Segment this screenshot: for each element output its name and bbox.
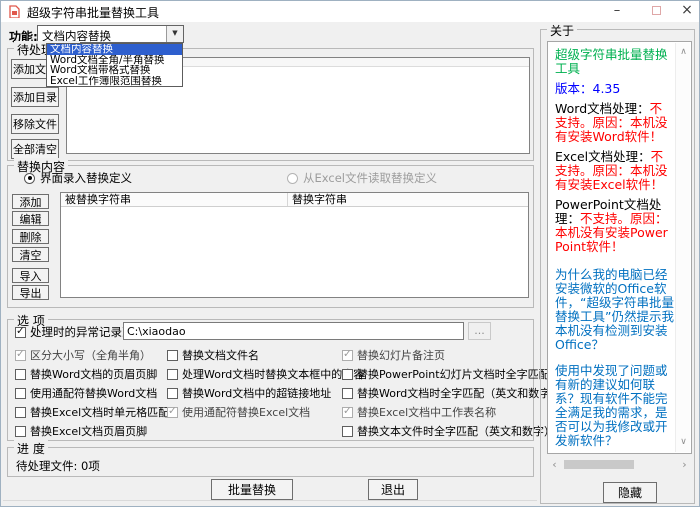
minimize-button[interactable]: –: [601, 1, 633, 21]
about-group-label: 关于: [547, 22, 577, 39]
remove-file-button[interactable]: 移除文件: [11, 114, 59, 134]
scrollbar-track[interactable]: [561, 460, 678, 469]
checkbox-slide-notes[interactable]: ✓ 替换幻灯片备注页: [342, 347, 445, 363]
import-rules-button[interactable]: 导入: [12, 268, 49, 283]
about-version: 版本：4.35: [555, 82, 674, 96]
checkbox-ppt-whole-word[interactable]: 替换PowerPoint幻灯片文档时全字匹配: [342, 366, 550, 382]
progress-group: 进 度 待处理文件: 0项: [7, 447, 534, 477]
scrollbar-thumb[interactable]: [564, 460, 634, 469]
checkbox-icon: [15, 426, 26, 437]
checkbox-icon: ✓: [342, 350, 353, 361]
checkbox-excel-sheet-name[interactable]: ✓ 替换Excel文档中工作表名称: [342, 404, 496, 420]
checkbox-icon: [15, 369, 26, 380]
titlebar: 超级字符串批量替换工具 – ×: [1, 1, 699, 22]
column-header-source[interactable]: 被替换字符串: [61, 193, 288, 206]
checkbox-word-textbox-content[interactable]: 处理Word文档时替换文本框中的内容: [167, 366, 364, 382]
table-header-row: 被替换字符串 替换字符串: [61, 193, 528, 207]
batch-replace-button[interactable]: 批量替换: [211, 479, 293, 500]
about-group: 关于 超级字符串批量替换工具 版本：4.35 Word文档处理：不支持。原因：本…: [540, 29, 695, 504]
checkbox-icon: [342, 426, 353, 437]
app-icon: [8, 5, 21, 18]
checkbox-excel-header-footer[interactable]: 替换Excel文档页眉页脚: [15, 423, 147, 439]
add-rule-button[interactable]: 添加: [12, 194, 49, 209]
close-button[interactable]: ×: [675, 1, 699, 21]
export-rules-button[interactable]: 导出: [12, 285, 49, 300]
checkbox-icon: ✓: [15, 350, 26, 361]
radio-icon: [24, 173, 35, 184]
radio-manual-entry[interactable]: 界面录入替换定义: [24, 170, 132, 186]
checkbox-icon: [15, 388, 26, 399]
checkbox-icon: [167, 369, 178, 380]
scroll-down-icon[interactable]: ∨: [676, 435, 691, 450]
checkbox-icon: ✓: [15, 327, 26, 338]
maximize-icon: [652, 6, 661, 15]
function-dropdown-list: 文档内容替换 Word文档全角/半角替换 Word文档带格式替换 Excel工作…: [46, 43, 183, 87]
app-window: 超级字符串批量替换工具 – × 功能: 文档内容替换 ▼ 待处理文件 添加文件 …: [0, 0, 700, 507]
checkbox-case-sensitive[interactable]: ✓ 区分大小写（全角半角）: [15, 347, 151, 363]
checkbox-icon: ✓: [167, 407, 178, 418]
scroll-up-icon[interactable]: ∧: [676, 45, 691, 60]
scroll-left-icon[interactable]: ‹: [548, 458, 561, 471]
minimize-icon: –: [614, 3, 621, 18]
exit-button[interactable]: 退出: [368, 479, 418, 500]
edit-rule-button[interactable]: 编辑: [12, 211, 49, 226]
progress-group-label: 进 度: [14, 440, 48, 457]
about-content: 超级字符串批量替换工具 版本：4.35 Word文档处理：不支持。原因：本机没有…: [549, 43, 675, 452]
about-question-office[interactable]: 为什么我的电脑已经安装微软的Office软件，“超级字符串批量替换工具”仍然提示…: [555, 268, 674, 352]
chevron-down-icon[interactable]: ▼: [166, 26, 183, 42]
hide-button[interactable]: 隐藏: [603, 482, 657, 503]
bottom-divider: [3, 500, 537, 501]
about-text-area[interactable]: 超级字符串批量替换工具 版本：4.35 Word文档处理：不支持。原因：本机没有…: [547, 41, 692, 454]
add-directory-button[interactable]: 添加目录: [11, 87, 59, 107]
replace-content-group: 替换内容 界面录入替换定义 从Excel文件读取替换定义 添加 编辑 删除 清空…: [7, 165, 534, 308]
dropdown-item[interactable]: 文档内容替换: [47, 44, 182, 55]
checkbox-text-whole-word[interactable]: 替换文本文件时全字匹配（英文和数字）: [342, 423, 555, 439]
checkbox-word-header-footer[interactable]: 替换Word文档的页眉页脚: [15, 366, 157, 382]
checkbox-icon: [342, 369, 353, 380]
radio-from-excel[interactable]: 从Excel文件读取替换定义: [287, 170, 437, 186]
delete-rule-button[interactable]: 删除: [12, 229, 49, 244]
dropdown-item[interactable]: Word文档全角/半角替换: [47, 55, 182, 66]
checkbox-wildcard-excel[interactable]: ✓ 使用通配符替换Excel文档: [167, 404, 310, 420]
checkbox-excel-cell-match[interactable]: 替换Excel文档时单元格匹配: [15, 404, 169, 420]
about-question-contact[interactable]: 使用中发现了问题或有新的建议如何联系？现有软件不能完全满足我的需求，是否可以为我…: [555, 364, 674, 448]
checkbox-word-whole-word[interactable]: 替换Word文档时全字匹配（英文和数字）: [342, 385, 561, 401]
close-icon: ×: [681, 2, 693, 18]
about-horizontal-scrollbar[interactable]: ‹ ›: [548, 458, 691, 471]
dropdown-item[interactable]: Word文档带格式替换: [47, 65, 182, 76]
replace-rules-table[interactable]: 被替换字符串 替换字符串: [60, 192, 529, 298]
check-icon: ✓: [16, 325, 25, 337]
progress-status: 待处理文件: 0项: [16, 458, 100, 474]
checkbox-icon: ✓: [342, 407, 353, 418]
scroll-right-icon[interactable]: ›: [678, 458, 691, 471]
checkbox-icon: [342, 388, 353, 399]
checkbox-replace-filename[interactable]: 替换文档文件名: [167, 347, 259, 363]
maximize-button[interactable]: [641, 1, 671, 21]
clear-all-button[interactable]: 全部清空: [11, 139, 59, 159]
log-path-input[interactable]: [123, 322, 464, 340]
checkbox-icon: [167, 388, 178, 399]
about-word-status: Word文档处理：不支持。原因：本机没有安装Word软件！: [555, 102, 674, 144]
checkbox-icon: [15, 407, 26, 418]
dropdown-item[interactable]: Excel工作簿限范围替换: [47, 76, 182, 87]
checkbox-wildcard-word[interactable]: 使用通配符替换Word文档: [15, 385, 157, 401]
about-vertical-scrollbar[interactable]: ∧ ∨: [675, 43, 690, 452]
radio-icon: [287, 173, 298, 184]
about-ppt-status: PowerPoint文档处理：不支持。原因：本机没有安装PowerPoint软件…: [555, 198, 674, 254]
window-title: 超级字符串批量替换工具: [27, 4, 159, 21]
clear-rules-button[interactable]: 清空: [12, 247, 49, 262]
about-excel-status: Excel文档处理：不支持。原因：本机没有安装Excel软件！: [555, 150, 674, 192]
browse-button[interactable]: ...: [468, 322, 491, 340]
checkbox-icon: [167, 350, 178, 361]
column-header-target[interactable]: 替换字符串: [288, 193, 528, 206]
about-app-name: 超级字符串批量替换工具: [555, 48, 674, 76]
checkbox-word-hyperlink[interactable]: 替换Word文档中的超链接地址: [167, 385, 331, 401]
